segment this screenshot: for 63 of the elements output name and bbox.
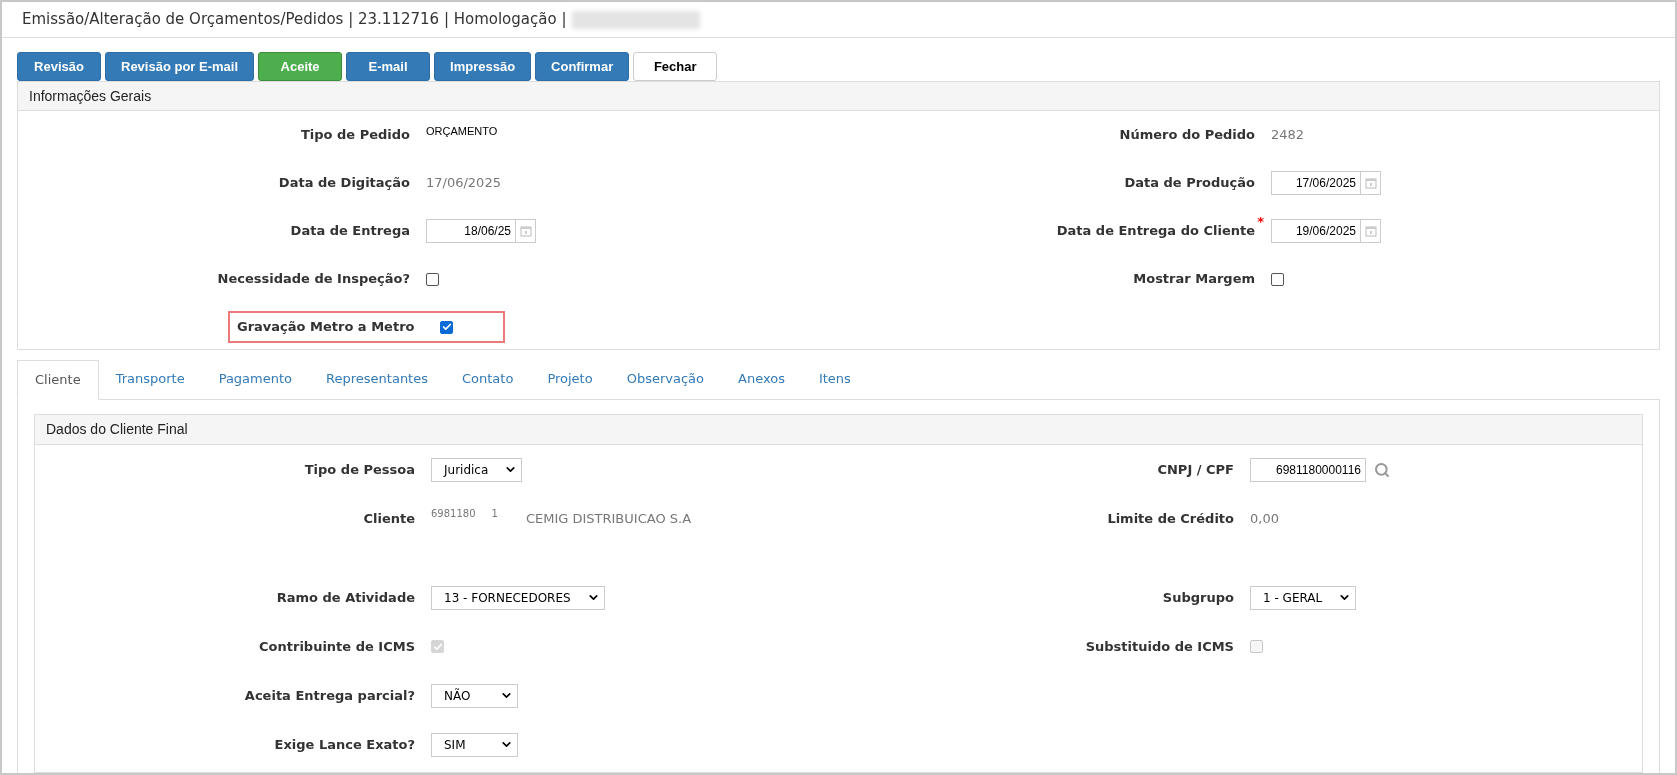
tab[interactable]: Contato: [445, 359, 531, 399]
field-value: 17/06/2025: [426, 174, 501, 193]
tab[interactable]: Transporte: [98, 359, 202, 399]
field-label: CNPJ / CPF: [1157, 460, 1234, 479]
toolbar-button[interactable]: Impressão: [434, 52, 532, 81]
calendar-icon[interactable]: [1364, 225, 1377, 237]
field-value: 0,00: [1250, 509, 1279, 528]
tab[interactable]: Observação: [609, 359, 721, 399]
field-label: Tipo de Pessoa: [304, 460, 415, 479]
select-field[interactable]: 13 - FORNECEDORES: [431, 585, 605, 610]
date-field[interactable]: 18/06/25: [426, 219, 536, 243]
toolbar-button[interactable]: Aceite: [258, 52, 343, 81]
toolbar-button[interactable]: Revisão: [17, 52, 101, 81]
select-field[interactable]: SIM: [431, 732, 518, 757]
toolbar-button[interactable]: Revisão por E-mail: [105, 52, 255, 81]
field-value: 2482: [1271, 126, 1305, 145]
field-label: Cliente: [363, 509, 415, 528]
field-label: Tipo de Pedido: [300, 126, 410, 145]
field-label: Aceita Entrega parcial?: [244, 686, 415, 705]
field-value: 6981180: [431, 506, 476, 521]
required-mark: *: [1257, 214, 1264, 230]
panel-title: Dados do Cliente Final: [46, 420, 188, 439]
field-label: Contribuinte de ICMS: [259, 637, 415, 656]
select-field[interactable]: 1 - GERAL: [1250, 585, 1357, 610]
checkbox[interactable]: [426, 272, 439, 286]
calendar-icon[interactable]: [1364, 177, 1377, 189]
select-field[interactable]: Juridica: [431, 457, 523, 482]
panel-title: Informações Gerais: [29, 86, 152, 106]
tab[interactable]: Projeto: [530, 359, 610, 399]
input-field[interactable]: 6981180000116: [1250, 457, 1366, 482]
checkbox[interactable]: [440, 320, 454, 334]
field-value: 1: [491, 506, 498, 521]
field-label: Data de Entrega: [290, 222, 410, 241]
field-label: Necessidade de Inspeção?: [217, 270, 410, 289]
field-label: Ramo de Atividade: [276, 588, 415, 607]
calendar-icon[interactable]: [519, 225, 532, 237]
date-field[interactable]: 17/06/2025: [1271, 171, 1381, 195]
field-value: CEMIG DISTRIBUICAO S.A: [525, 510, 692, 527]
checkmark-icon: [442, 322, 452, 332]
window-title: Emissão/Alteração de Orçamentos/Pedidos | 23.112716 | Homologação |: [22, 9, 567, 31]
field-label: Mostrar Margem: [1133, 270, 1255, 289]
field-label: Data de Produção: [1124, 174, 1255, 193]
field-label: Número do Pedido: [1119, 126, 1255, 145]
tab[interactable]: Itens: [801, 359, 868, 399]
tab[interactable]: Representantes: [309, 359, 445, 399]
search-icon[interactable]: [1374, 461, 1390, 478]
field-value: ORÇAMENTO: [426, 123, 498, 139]
toolbar-button[interactable]: Confirmar: [535, 52, 630, 81]
field-label: Substituido de ICMS: [1085, 637, 1234, 656]
checkbox[interactable]: [1271, 272, 1284, 286]
tab[interactable]: Cliente: [17, 360, 99, 400]
field-label: Data de Digitação: [278, 174, 410, 193]
tab[interactable]: Anexos: [721, 359, 802, 399]
field-label: Exige Lance Exato?: [274, 735, 415, 754]
field-label: Gravação Metro a Metro: [237, 318, 415, 337]
select-field[interactable]: NÃO: [431, 683, 518, 708]
toolbar-button[interactable]: Fechar: [633, 52, 718, 81]
field-label: Limite de Crédito: [1107, 509, 1234, 528]
toolbar-button[interactable]: E-mail: [346, 52, 431, 81]
tab[interactable]: Pagamento: [201, 359, 310, 399]
field-label: Subgrupo: [1162, 588, 1234, 607]
checkmark-icon: [432, 641, 443, 652]
date-field[interactable]: 19/06/2025: [1271, 219, 1381, 243]
